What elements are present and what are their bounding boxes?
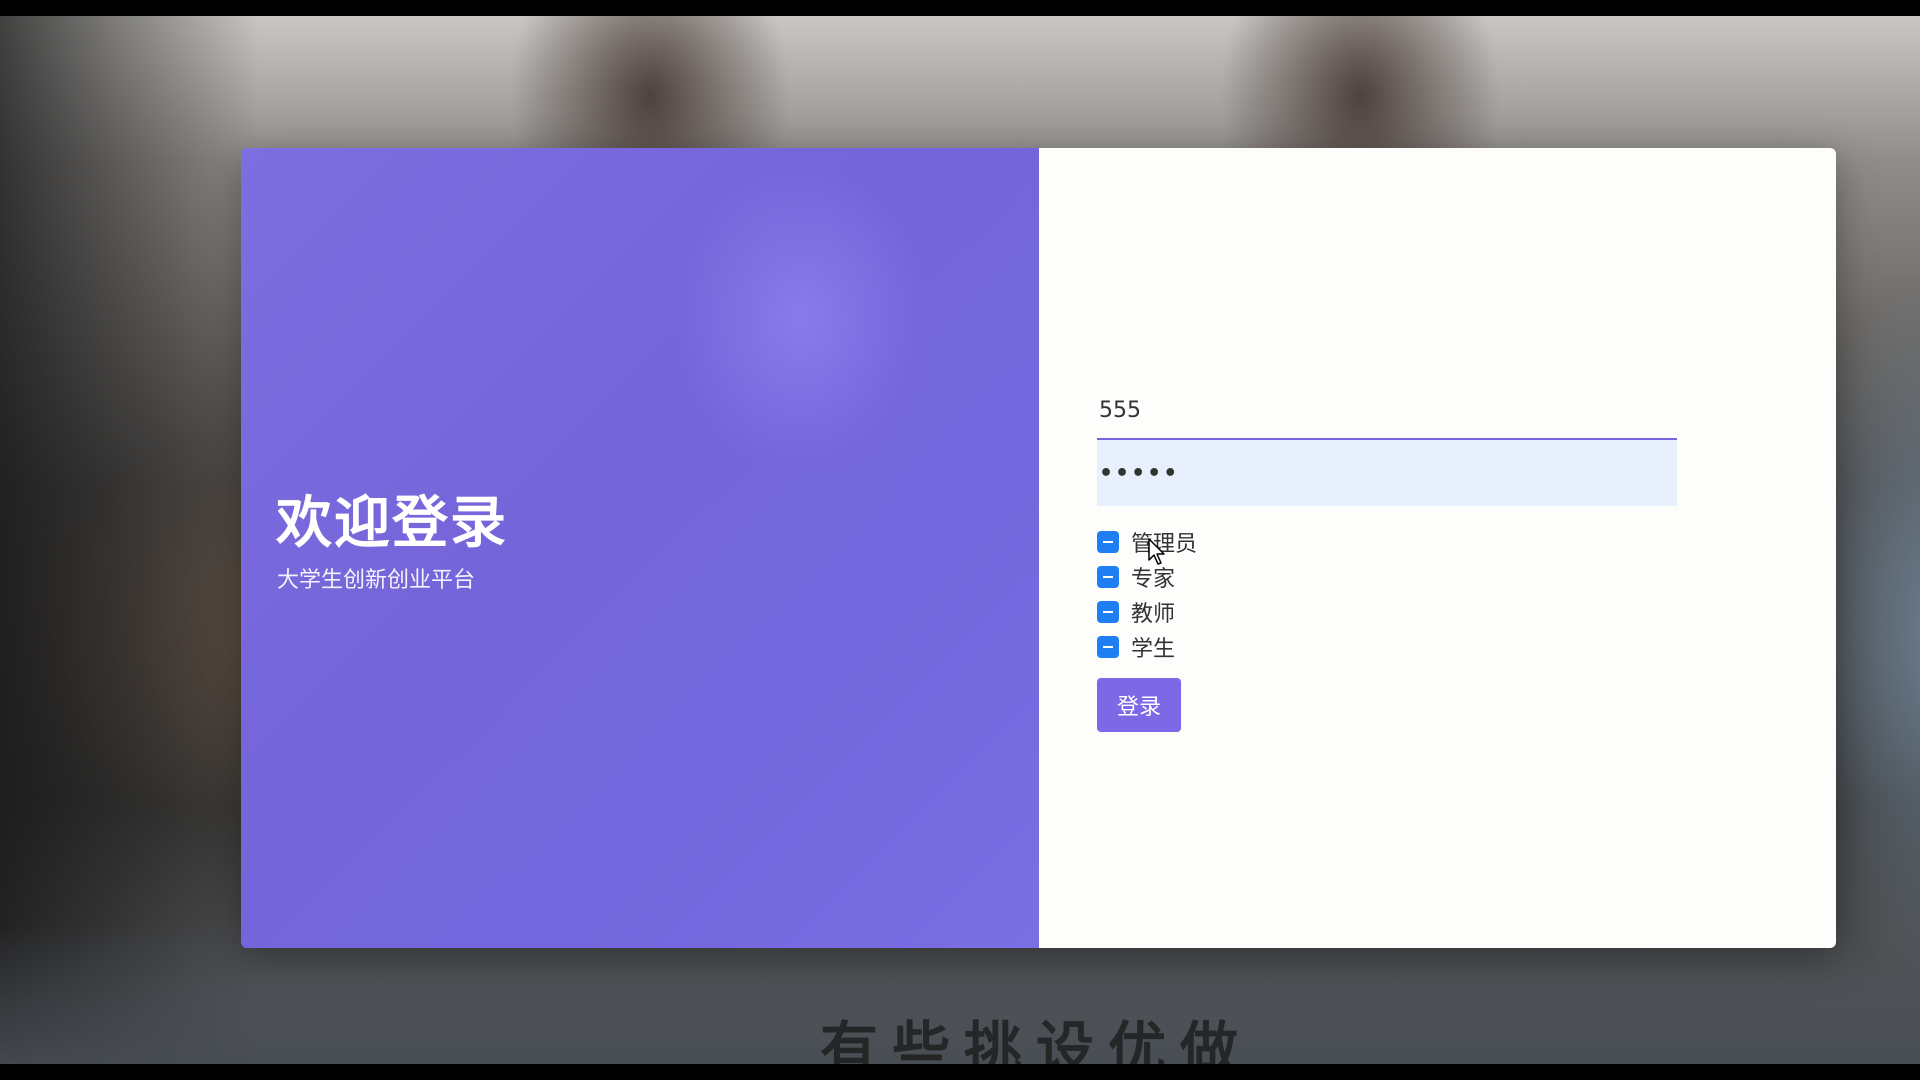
username-input[interactable]	[1097, 374, 1677, 440]
login-form: 管理员 专家 教师 学生 登录	[1097, 374, 1677, 732]
checkbox-indeterminate-icon[interactable]	[1097, 530, 1119, 553]
checkbox-indeterminate-icon[interactable]	[1097, 600, 1119, 623]
platform-subtitle: 大学生创新创业平台	[277, 568, 476, 593]
password-input[interactable]	[1097, 440, 1677, 506]
video-caption-fragment: 有些挑设优做	[820, 1015, 1253, 1064]
login-button[interactable]: 登录	[1097, 678, 1181, 732]
login-card: 欢迎登录 大学生创新创业平台 管理员 专家	[241, 148, 1836, 948]
role-label: 教师	[1131, 601, 1176, 627]
checkbox-indeterminate-icon[interactable]	[1097, 635, 1119, 658]
background-shadow	[0, 16, 260, 1064]
role-teacher[interactable]: 教师	[1097, 594, 1677, 629]
background-scene: 欢迎登录 大学生创新创业平台 管理员 专家	[0, 16, 1920, 1064]
welcome-panel: 欢迎登录 大学生创新创业平台	[241, 148, 1039, 948]
role-label: 学生	[1131, 636, 1176, 662]
role-checkbox-group: 管理员 专家 教师 学生	[1097, 524, 1677, 664]
role-expert[interactable]: 专家	[1097, 559, 1677, 594]
mouse-pointer-icon	[1148, 538, 1165, 565]
role-student[interactable]: 学生	[1097, 629, 1677, 664]
checkbox-indeterminate-icon[interactable]	[1097, 565, 1119, 588]
welcome-title: 欢迎登录	[276, 491, 508, 556]
role-admin[interactable]: 管理员	[1097, 524, 1677, 559]
